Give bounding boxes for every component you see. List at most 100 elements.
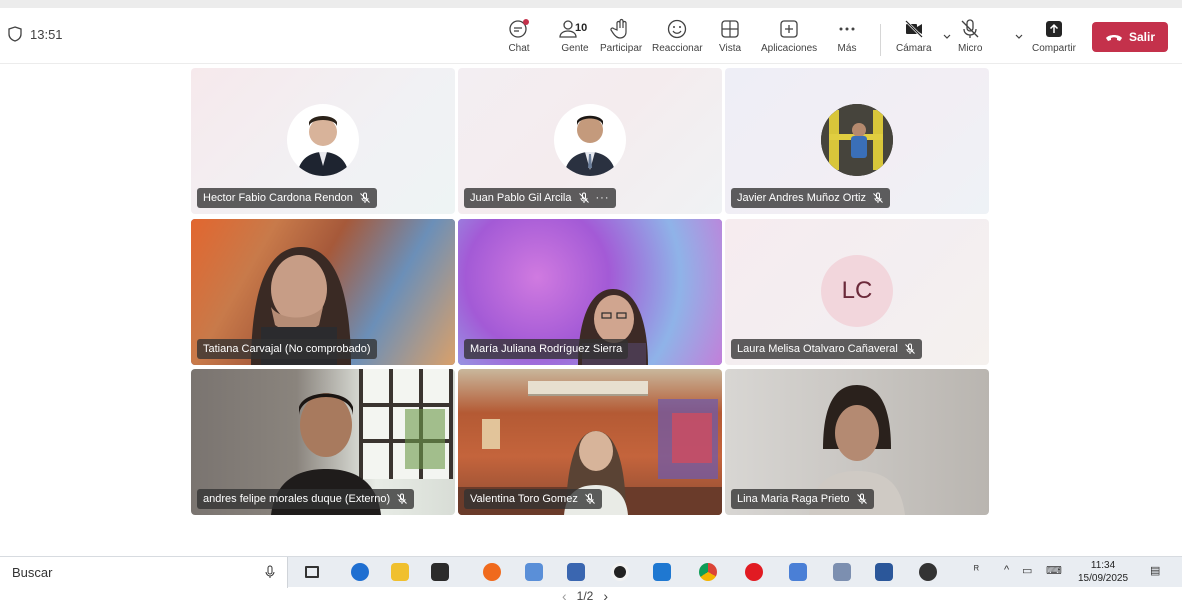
next-page-chevron-icon[interactable]: › [603, 588, 608, 604]
store-icon[interactable] [428, 561, 452, 583]
react-button[interactable]: Reaccionar [652, 18, 703, 62]
grid-icon [721, 20, 739, 38]
participant-name-tag: Hector Fabio Cardona Rendon [197, 188, 377, 208]
participant-name: Javier Andres Muñoz Ortiz [737, 192, 866, 204]
hang-up-icon [1105, 35, 1122, 41]
meeting-timer: 13:51 [8, 26, 63, 42]
edge-browser-icon[interactable] [348, 561, 372, 583]
participant-name-tag: Javier Andres Muñoz Ortiz [731, 188, 890, 208]
clock-date: 15/09/2025 [1078, 573, 1129, 584]
participant-name: María Juliana Rodríguez Sierra [470, 343, 623, 355]
shield-icon [8, 26, 22, 42]
task-view-icon[interactable] [300, 561, 324, 583]
more-button[interactable]: Más [836, 18, 858, 62]
clock-time: 11:34 [1090, 560, 1116, 571]
mic-options-chevron-icon[interactable] [1014, 32, 1024, 42]
more-label: Más [837, 43, 857, 54]
people-label: Gente [561, 43, 589, 54]
mic-button[interactable]: Micro [958, 18, 982, 62]
word-icon[interactable] [872, 561, 896, 583]
app-icon-3[interactable] [786, 561, 810, 583]
notifications-icon[interactable]: ▤ [1150, 564, 1160, 577]
previous-page-chevron-icon[interactable]: ‹ [562, 588, 567, 604]
people-button[interactable]: 10 Gente [553, 18, 597, 62]
voice-search-mic-icon[interactable] [265, 565, 275, 579]
chrome-icon[interactable] [696, 561, 720, 583]
initials-avatar: LC [821, 255, 893, 327]
raise-hand-button[interactable]: Participar [600, 18, 642, 62]
keyboard-icon[interactable]: ⌨ [1046, 564, 1062, 577]
participant-tile[interactable]: Javier Andres Muñoz Ortiz [725, 68, 989, 214]
network-icon[interactable]: ▭ [1022, 564, 1032, 577]
people-count: 10 [575, 22, 588, 34]
share-label: Compartir [1032, 43, 1076, 54]
app-icon-2[interactable] [564, 561, 588, 583]
window-top-strip [0, 0, 1182, 8]
mic-muted-icon [584, 493, 595, 504]
participant-name-tag: Laura Melisa Otalvaro Cañaveral [731, 339, 922, 359]
leave-label: Salir [1128, 30, 1155, 44]
chevron-up-icon[interactable]: ^ [1004, 564, 1009, 576]
camera-off-icon [904, 20, 923, 38]
participant-tile[interactable]: Juan Pablo Gil Arcila ··· [458, 68, 722, 214]
participant-video-tile[interactable]: Tatiana Carvajal (No comprobado) [191, 219, 455, 365]
add-app-icon [780, 20, 798, 38]
gallery-pager: ‹ 1/2 › [562, 588, 608, 604]
taskbar-search-box[interactable]: Buscar [0, 557, 288, 588]
toolbar-divider [880, 24, 881, 56]
avatar [554, 104, 626, 176]
avatar [821, 104, 893, 176]
opera-icon[interactable] [742, 561, 766, 583]
participant-name-tag: andres felipe morales duque (Externo) [197, 489, 415, 509]
mic-label: Micro [958, 43, 983, 54]
video-stage: Hector Fabio Cardona Rendon Juan Pablo G… [0, 64, 1182, 604]
participant-video-tile[interactable]: María Juliana Rodríguez Sierra [458, 219, 722, 365]
participant-video-tile[interactable]: andres felipe morales duque (Externo) [191, 369, 455, 515]
participant-name: Valentina Toro Gomez [470, 493, 578, 505]
camera-options-chevron-icon[interactable] [942, 32, 952, 42]
share-button[interactable]: Compartir [1032, 18, 1076, 62]
view-button[interactable]: Vista [719, 18, 741, 62]
firefox-icon[interactable] [480, 561, 504, 583]
meeting-toolbar: 13:51 Chat 10 Gente Participar Reacciona… [0, 8, 1182, 64]
view-label: Vista [719, 43, 742, 54]
mic-off-icon [961, 19, 979, 38]
participant-tile[interactable]: LC Laura Melisa Otalvaro Cañaveral [725, 219, 989, 365]
apps-button[interactable]: Aplicaciones [761, 18, 817, 62]
mic-muted-icon [359, 192, 370, 203]
media-player-icon[interactable] [608, 561, 632, 583]
people-tray-icon[interactable]: ᴿ [974, 564, 979, 576]
participant-video-tile[interactable]: Lina Maria Raga Prieto [725, 369, 989, 515]
ellipsis-icon [839, 27, 855, 31]
app-icon-1[interactable] [522, 561, 546, 583]
taskbar-clock[interactable]: 11:34 15/09/2025 [1078, 559, 1128, 585]
elapsed-time: 13:51 [30, 26, 63, 42]
avatar [287, 104, 359, 176]
participant-name: Hector Fabio Cardona Rendon [203, 192, 353, 204]
leave-button[interactable]: Salir [1092, 22, 1168, 52]
participant-more-options[interactable]: ··· [596, 192, 610, 204]
react-label: Reaccionar [652, 43, 703, 54]
chat-icon [509, 19, 529, 38]
mic-muted-icon [578, 192, 589, 203]
participant-name: Laura Melisa Otalvaro Cañaveral [737, 343, 898, 355]
participant-name: Lina Maria Raga Prieto [737, 493, 850, 505]
participant-tile[interactable]: Hector Fabio Cardona Rendon [191, 68, 455, 214]
participant-name: Juan Pablo Gil Arcila [470, 192, 572, 204]
mic-muted-icon [904, 343, 915, 354]
raise-hand-label: Participar [600, 43, 643, 54]
file-explorer-icon[interactable] [388, 561, 412, 583]
mic-muted-icon [397, 493, 407, 504]
app-icon-4[interactable] [830, 561, 854, 583]
participant-name-tag: Lina Maria Raga Prieto [731, 489, 874, 509]
camera-label: Cámara [896, 43, 932, 54]
chat-label: Chat [508, 43, 530, 54]
settings-gear-icon[interactable] [916, 561, 940, 583]
camera-button[interactable]: Cámara [896, 18, 932, 62]
mic-muted-icon [873, 192, 883, 203]
participant-name-tag: Valentina Toro Gomez [464, 489, 602, 509]
mail-icon[interactable] [650, 561, 674, 583]
chat-button[interactable]: Chat [508, 18, 530, 62]
participant-video-tile[interactable]: Valentina Toro Gomez [458, 369, 722, 515]
smile-icon [668, 19, 687, 39]
